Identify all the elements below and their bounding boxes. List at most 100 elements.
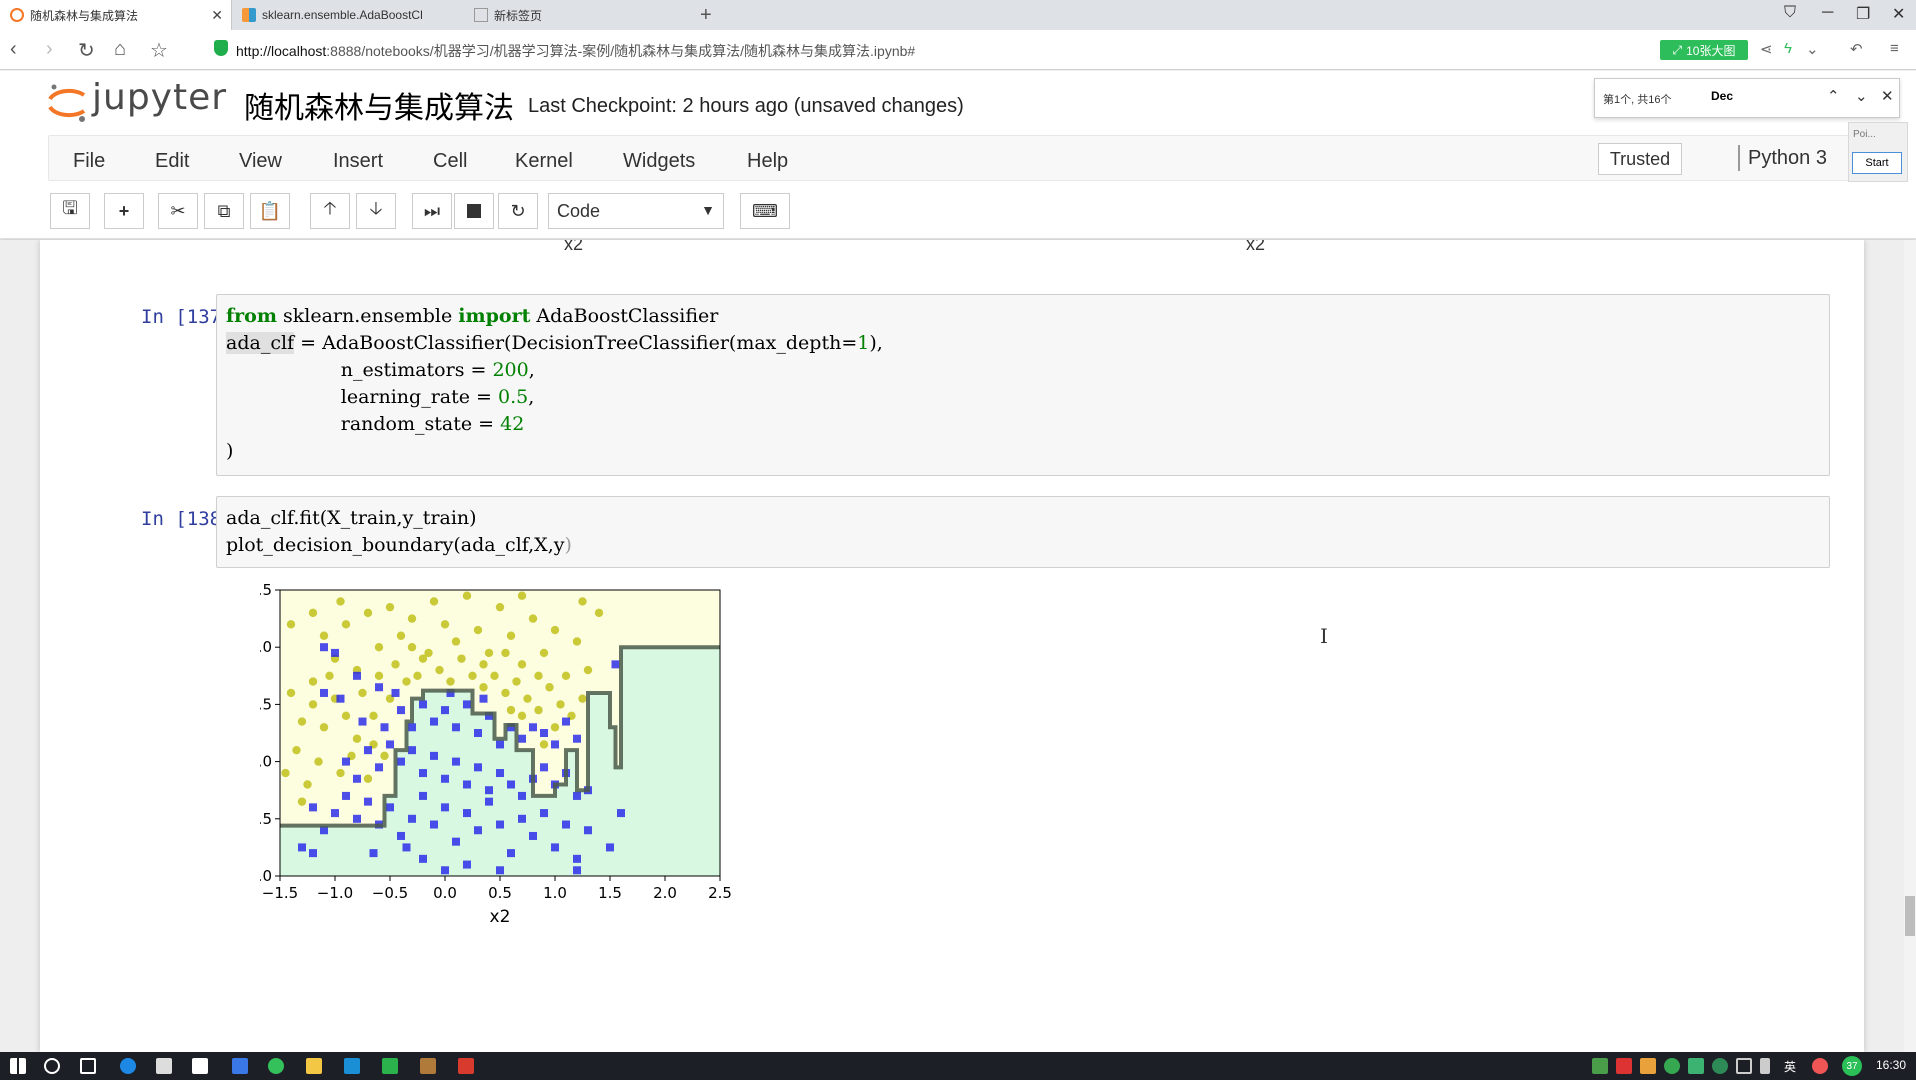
mail-icon[interactable] (192, 1058, 208, 1074)
tab-sklearn-adaboost[interactable]: sklearn.ensemble.AdaBoostCl (232, 0, 462, 30)
find-prev-icon[interactable]: ⌃ (1827, 87, 1840, 105)
scatter-point-class0 (545, 683, 554, 692)
address-bar: ‹ › ↻ ⌂ ☆ http://localhost:8888/notebook… (0, 30, 1916, 70)
menu-cell[interactable]: Cell (433, 150, 467, 173)
app-icon[interactable] (458, 1058, 474, 1074)
scatter-point-class1 (485, 797, 493, 806)
scatter-point-class0 (336, 597, 345, 606)
find-next-icon[interactable]: ⌄ (1855, 87, 1868, 105)
restore-icon[interactable]: ❐ (1856, 4, 1870, 24)
find-count: 第1个, 共16个 (1603, 94, 1672, 106)
run-button[interactable]: ⏭ (412, 193, 452, 229)
find-close-icon[interactable]: ✕ (1881, 87, 1894, 105)
scatter-point-class0 (413, 671, 422, 680)
url-field[interactable]: http://localhost:8888/notebooks/机器学习/机器学… (236, 41, 915, 61)
new-tab-icon[interactable]: + (700, 4, 712, 27)
task-view-icon[interactable] (80, 1058, 96, 1074)
chevron-down-icon[interactable]: ⌄ (1806, 40, 1819, 58)
scatter-point-class0 (297, 717, 307, 726)
prev-output-xlabel: x2 (564, 240, 584, 254)
tray-icon[interactable] (1616, 1058, 1632, 1074)
search-icon[interactable] (44, 1058, 60, 1074)
notebook-area[interactable]: x2 x2 In [137]: from sklearn.ensemble im… (0, 240, 1916, 1052)
code-cell-137[interactable]: from sklearn.ensemble import AdaBoostCla… (216, 294, 1830, 476)
star-icon[interactable]: ☆ (150, 38, 168, 63)
windows-start-icon[interactable] (10, 1058, 26, 1074)
clock: 16:30 (1876, 1058, 1907, 1072)
scrollbar-thumb[interactable] (1905, 896, 1915, 936)
menu-icon[interactable]: ≡ (1890, 40, 1899, 57)
copy-button[interactable]: ⧉ (204, 193, 244, 229)
tray-icon[interactable] (1688, 1058, 1704, 1074)
move-up-button[interactable]: 🡡 (310, 193, 350, 229)
tab-random-forest[interactable]: 随机森林与集成算法 ✕ (0, 0, 232, 30)
menu-insert[interactable]: Insert (333, 150, 383, 173)
insert-cell-button[interactable]: + (104, 193, 144, 229)
window-pin-icon[interactable]: ⛉ (1784, 4, 1796, 22)
code-cell-138[interactable]: ada_clf.fit(X_train,y_train) plot_decisi… (216, 496, 1830, 568)
cut-button[interactable]: ✂ (158, 193, 198, 229)
tray-badge[interactable]: 37 (1842, 1056, 1862, 1076)
minimize-icon[interactable]: ─ (1822, 4, 1833, 22)
tray-icon[interactable] (1592, 1058, 1608, 1074)
kernel-name[interactable]: Python 3 (1748, 147, 1827, 170)
tray-icon[interactable] (1664, 1058, 1680, 1074)
tray-icon[interactable] (1640, 1058, 1656, 1074)
tray-icon[interactable] (1712, 1058, 1728, 1074)
scatter-point-class0 (391, 660, 400, 669)
app-icon[interactable] (344, 1058, 360, 1074)
scatter-point-class0 (528, 614, 538, 623)
volume-icon[interactable] (1760, 1058, 1770, 1074)
scatter-point-class1 (617, 809, 625, 818)
app-icon[interactable] (420, 1058, 436, 1074)
scatter-point-class0 (308, 608, 318, 618)
close-tab-icon[interactable]: ✕ (211, 7, 223, 24)
close-window-icon[interactable]: ✕ (1892, 4, 1905, 24)
move-down-button[interactable]: 🡣 (356, 193, 396, 229)
menu-help[interactable]: Help (747, 150, 788, 173)
reload-icon[interactable]: ↻ (78, 38, 95, 63)
edge-icon[interactable] (120, 1058, 136, 1074)
menu-edit[interactable]: Edit (155, 150, 189, 173)
menu-view[interactable]: View (239, 150, 282, 173)
interrupt-button[interactable] (454, 193, 494, 229)
input-language[interactable]: 英 (1784, 1058, 1796, 1075)
restart-button[interactable]: ↻ (498, 193, 538, 229)
home-icon[interactable]: ⌂ (114, 38, 126, 61)
scatter-point-class1 (562, 820, 570, 829)
jupyter-wordmark[interactable]: jupyter (92, 77, 227, 118)
tray-icon[interactable] (1812, 1058, 1828, 1074)
paste-button[interactable]: 📋 (250, 193, 290, 229)
cell-type-select[interactable]: Code ▼ (548, 193, 724, 229)
save-button[interactable]: 🖫 (50, 193, 90, 229)
notebook-title[interactable]: 随机森林与集成算法 (244, 83, 514, 127)
scatter-point-class1 (551, 740, 559, 749)
explorer-icon[interactable] (306, 1058, 322, 1074)
menu-file[interactable]: File (73, 150, 105, 173)
menu-widgets[interactable]: Widgets (623, 150, 695, 173)
scatter-point-class0 (319, 631, 329, 640)
refresh-icon: ↻ (510, 200, 526, 221)
scatter-point-class1 (408, 814, 416, 823)
browser-app-icon[interactable] (268, 1058, 284, 1074)
share-icon[interactable]: ⋖ (1760, 40, 1773, 58)
tab-new-page[interactable]: 新标签页 (464, 0, 694, 30)
menu-kernel[interactable]: Kernel (515, 150, 573, 173)
scatter-point-class1 (408, 746, 416, 755)
back-icon[interactable]: ‹ (10, 38, 17, 61)
command-palette-button[interactable]: ⌨ (740, 193, 790, 229)
undo-icon[interactable]: ↶ (1850, 40, 1863, 58)
big-image-badge[interactable]: ⤢ 10张大图 (1660, 40, 1748, 60)
y-tick-label: 0.5 (260, 695, 272, 713)
lightning-icon[interactable]: ϟ (1784, 40, 1792, 57)
app-icon[interactable] (232, 1058, 248, 1074)
trusted-indicator[interactable]: Trusted (1598, 143, 1682, 175)
start-button[interactable]: Start (1852, 152, 1902, 174)
find-input[interactable]: Dec (1711, 89, 1733, 103)
store-icon[interactable] (156, 1058, 172, 1074)
network-icon[interactable] (1736, 1058, 1752, 1074)
app-icon[interactable] (382, 1058, 398, 1074)
scatter-point-class0 (440, 620, 450, 629)
forward-icon[interactable]: › (46, 38, 53, 61)
arrow-down-icon: 🡣 (369, 198, 383, 218)
